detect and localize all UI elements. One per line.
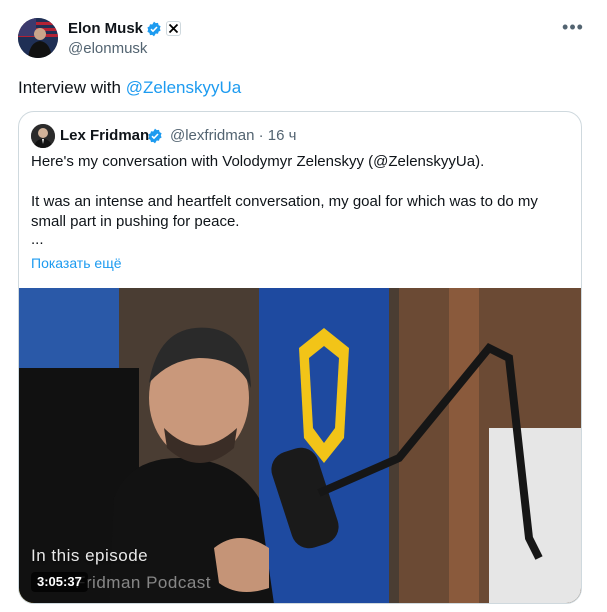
post: Elon Musk @elonmusk ••• Interview with @… <box>0 0 607 612</box>
post-text: Interview with @ZelenskyyUa <box>18 77 241 99</box>
quote-text-paragraph: It was an intense and heartfelt conversa… <box>31 193 538 230</box>
mention-link[interactable]: @ZelenskyyUa <box>126 78 242 97</box>
quote-text-line: Here's my conversation with Volodymyr Ze… <box>31 153 485 170</box>
video-watermark: Fridman Podcast <box>75 573 211 592</box>
quote-author-avatar[interactable] <box>31 124 55 148</box>
quote-author-handle[interactable]: @lexfridman · 16 ч <box>170 126 296 146</box>
quote-author-name[interactable]: Lex Fridman <box>60 126 149 146</box>
author-handle[interactable]: @elonmusk <box>68 39 147 59</box>
video-player[interactable]: In this episode Fridman Podcast 3:05:37 <box>19 288 581 603</box>
post-text-prefix: Interview with <box>18 78 126 97</box>
show-more-link[interactable]: Показать ещё <box>31 254 122 272</box>
author-avatar[interactable] <box>18 18 58 58</box>
more-options-button[interactable]: ••• <box>561 18 585 42</box>
x-logo-icon <box>166 21 181 36</box>
author-name[interactable]: Elon Musk <box>68 19 143 39</box>
more-horizontal-icon: ••• <box>562 17 584 37</box>
video-caption: In this episode <box>31 546 149 565</box>
verified-badge-icon <box>147 21 161 37</box>
video-duration-badge: 3:05:37 <box>31 572 88 592</box>
verified-badge-icon <box>148 128 162 144</box>
quoted-post[interactable]: Lex Fridman @lexfridman · 16 ч Here's my… <box>18 111 582 604</box>
quote-text-ellipsis: ... <box>31 231 44 248</box>
